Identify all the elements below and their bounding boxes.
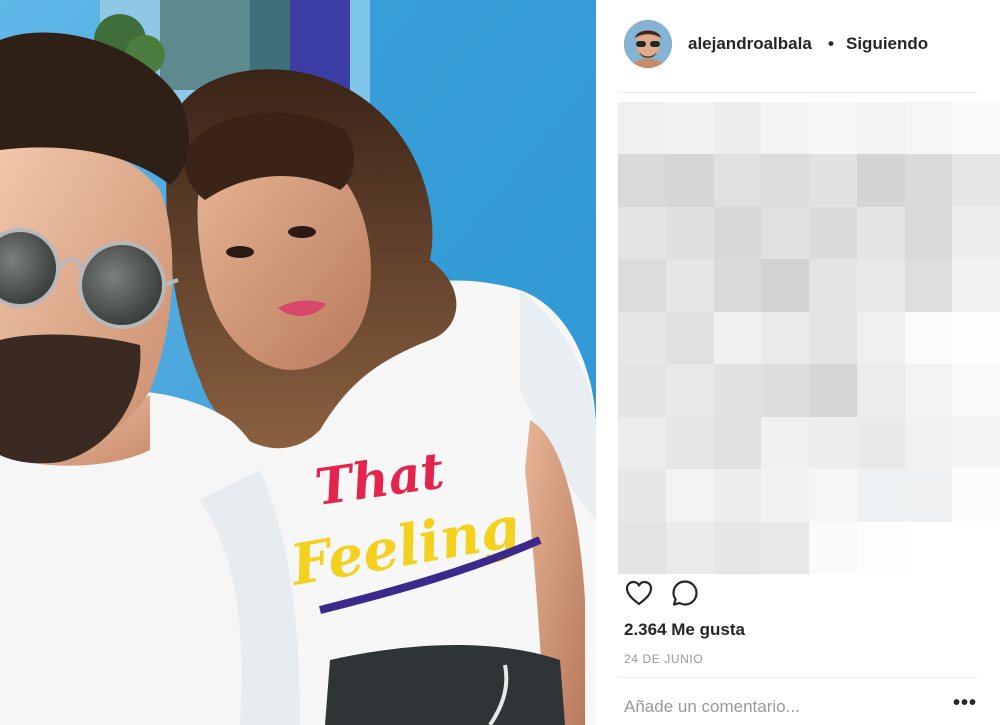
more-options-button[interactable]: •••	[950, 693, 980, 718]
user-avatar-icon[interactable]	[624, 20, 672, 68]
instagram-post: That Feeling alejandroalbala • Siguiendo…	[0, 0, 1000, 725]
post-side-panel: alejandroalbala • Siguiendo 2.364 Me gus…	[596, 0, 1000, 725]
header-divider	[618, 92, 978, 93]
speech-bubble-icon	[672, 580, 698, 606]
add-comment-row: •••	[596, 690, 1000, 725]
heart-outline-icon	[625, 580, 653, 606]
header-separator-dot: •	[828, 34, 834, 53]
post-header: alejandroalbala • Siguiendo	[596, 0, 1000, 92]
post-date: 24 DE JUNIO	[624, 652, 704, 666]
pixelated-censor-block	[618, 102, 1000, 574]
comment-divider	[618, 677, 978, 678]
username-link[interactable]: alejandroalbala	[688, 34, 812, 54]
following-button[interactable]: Siguiendo	[846, 34, 928, 54]
comments-list-pixelated	[618, 102, 1000, 574]
like-button[interactable]	[624, 578, 654, 608]
comment-button[interactable]	[670, 578, 700, 608]
likes-count[interactable]: 2.364 Me gusta	[624, 620, 745, 640]
selfie-photo-illustration: That Feeling	[0, 0, 596, 725]
comment-input[interactable]	[624, 694, 924, 720]
post-photo[interactable]: That Feeling	[0, 0, 596, 725]
post-actions	[624, 578, 984, 608]
